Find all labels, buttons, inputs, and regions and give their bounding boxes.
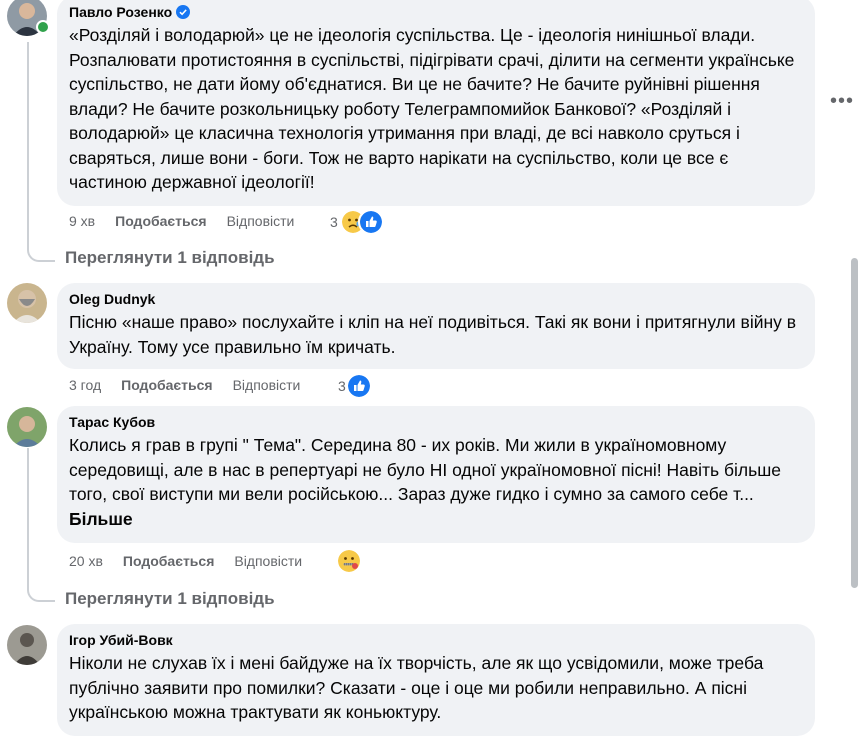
comment-text: Пісню «наше право» послухайте і кліп на … bbox=[69, 312, 797, 357]
reactions-summary[interactable]: 3 bbox=[330, 209, 384, 235]
view-replies-link[interactable]: Переглянути 1 відповідь bbox=[65, 589, 275, 609]
comment-bubble: Павло Розенко «Розділяй і володарюй» це … bbox=[57, 0, 815, 206]
comment-time[interactable]: 9 хв bbox=[69, 213, 95, 229]
view-replies-link[interactable]: Переглянути 1 відповідь bbox=[65, 248, 275, 268]
reactions-summary[interactable] bbox=[336, 548, 362, 574]
comment-text: «Розділяй і володарюй» це не ідеологія с… bbox=[69, 25, 795, 192]
reaction-count: 3 bbox=[338, 378, 346, 394]
zipper-mouth-face-icon bbox=[336, 548, 362, 574]
verified-badge-icon bbox=[176, 5, 191, 19]
comment-text: Колись я грав в групі " Тема". Середина … bbox=[69, 435, 782, 504]
thread-connector bbox=[27, 448, 55, 602]
see-more-link[interactable]: Більше bbox=[69, 509, 133, 529]
more-options-icon[interactable]: ••• bbox=[830, 90, 854, 113]
comment-time[interactable]: 3 год bbox=[69, 377, 101, 393]
avatar-oleg-dudnyk[interactable] bbox=[7, 283, 47, 323]
comment-author[interactable]: Тарас Кубов bbox=[69, 413, 155, 431]
thread-connector bbox=[27, 42, 55, 262]
comment-bubble: Тарас Кубов Колись я грав в групі " Тема… bbox=[57, 406, 815, 543]
comment-author-row: Павло Розенко bbox=[69, 3, 803, 21]
avatar-ihor-ubyi-vovk[interactable] bbox=[7, 625, 47, 665]
comment-actions: 9 хв Подобається Відповісти bbox=[69, 213, 294, 229]
reaction-count: 3 bbox=[330, 214, 338, 230]
like-button[interactable]: Подобається bbox=[123, 553, 214, 569]
comment-author[interactable]: Павло Розенко bbox=[69, 3, 172, 21]
comment-time[interactable]: 20 хв bbox=[69, 553, 103, 569]
like-button[interactable]: Подобається bbox=[121, 377, 212, 393]
like-thumb-icon bbox=[345, 373, 372, 399]
reply-button[interactable]: Відповісти bbox=[227, 213, 295, 229]
like-thumb-icon bbox=[357, 209, 384, 235]
reactions-summary[interactable]: 3 bbox=[338, 373, 372, 399]
comment-actions: 20 хв Подобається Відповісти bbox=[69, 553, 302, 569]
online-status-icon bbox=[36, 20, 50, 34]
avatar-taras-kubov[interactable] bbox=[7, 407, 47, 447]
like-button[interactable]: Подобається bbox=[115, 213, 206, 229]
comment-text-block: Колись я грав в групі " Тема". Середина … bbox=[69, 433, 803, 531]
comment-bubble: Ігор Убий-Вовк Ніколи не слухав їх і мен… bbox=[57, 624, 815, 736]
reply-button[interactable]: Відповісти bbox=[234, 553, 302, 569]
comment-text: Ніколи не слухав їх і мені байдуже на їх… bbox=[69, 653, 764, 722]
comment-author[interactable]: Ігор Убий-Вовк bbox=[69, 631, 173, 649]
comment-bubble: Oleg Dudnyk Пісню «наше право» послухайт… bbox=[57, 283, 815, 369]
scrollbar[interactable] bbox=[851, 258, 858, 588]
reply-button[interactable]: Відповісти bbox=[233, 377, 301, 393]
comment-author[interactable]: Oleg Dudnyk bbox=[69, 290, 155, 308]
comment-actions: 3 год Подобається Відповісти bbox=[69, 377, 300, 393]
